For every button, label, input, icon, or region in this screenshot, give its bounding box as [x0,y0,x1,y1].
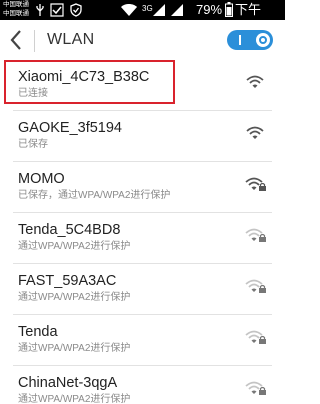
battery-percent: 79% [196,2,223,17]
network-status: 通过WPA/WPA2进行保护 [18,343,131,354]
wifi-strong-icon [246,126,264,139]
wifi-status-icon [121,4,137,16]
network-item[interactable]: MOMO 已保存，通过WPA/WPA2进行保护 [0,162,285,213]
battery-icon [225,2,233,17]
toggle-on-mark [239,35,241,45]
signal-1-icon [153,4,165,16]
network-status: 通过WPA/WPA2进行保护 [18,394,131,404]
network-item[interactable]: FAST_59A3AC 通过WPA/WPA2进行保护 [0,264,285,315]
network-name: Tenda [18,324,58,340]
wifi-weak-lock-icon [245,330,266,344]
wifi-weak-lock-icon [245,228,266,242]
wifi-lock-icon [245,177,266,191]
network-item[interactable]: Tenda 通过WPA/WPA2进行保护 [0,315,285,366]
network-name: Xiaomi_4C73_B38C [18,69,150,85]
page-title: WLAN [47,31,95,48]
status-bar: 中国联通 中国联通 3G 79% 下午9:05 [0,0,285,32]
network-status: 通过WPA/WPA2进行保护 [18,292,131,303]
title-bar: WLAN [0,20,285,60]
back-arrow-icon[interactable] [8,29,24,51]
carrier-1: 中国联通 [3,1,29,8]
wlan-toggle[interactable] [227,30,273,50]
network-status: 已连接 [18,88,48,99]
network-name: Tenda_5C4BD8 [18,222,121,238]
network-name: ChinaNet-3qgA [18,375,118,391]
wifi-weak-lock-icon [245,381,266,395]
carrier-labels: 中国联通 中国联通 [3,1,29,18]
wifi-weak-lock-icon [245,279,266,293]
network-item[interactable]: ChinaNet-3qgA 通过WPA/WPA2进行保护 [0,366,285,404]
toggle-ring [259,36,267,44]
network-item[interactable]: Tenda_5C4BD8 通过WPA/WPA2进行保护 [0,213,285,264]
title-divider [34,30,35,52]
network-status: 通过WPA/WPA2进行保护 [18,241,131,252]
network-name: GAOKE_3f5194 [18,120,122,136]
usb-icon [36,4,44,16]
shield-icon [70,3,82,17]
network-name: FAST_59A3AC [18,273,117,289]
notification-icon [50,3,64,17]
network-name: MOMO [18,171,65,187]
carrier-2: 中国联通 [3,9,29,17]
network-status: 已保存 [18,139,48,150]
signal-2-icon [171,4,183,16]
wifi-strong-icon [246,75,264,88]
network-item[interactable]: GAOKE_3f5194 已保存 [0,111,285,162]
network-item[interactable]: Xiaomi_4C73_B38C 已连接 [0,60,285,111]
network-status: 已保存，通过WPA/WPA2进行保护 [18,190,171,201]
